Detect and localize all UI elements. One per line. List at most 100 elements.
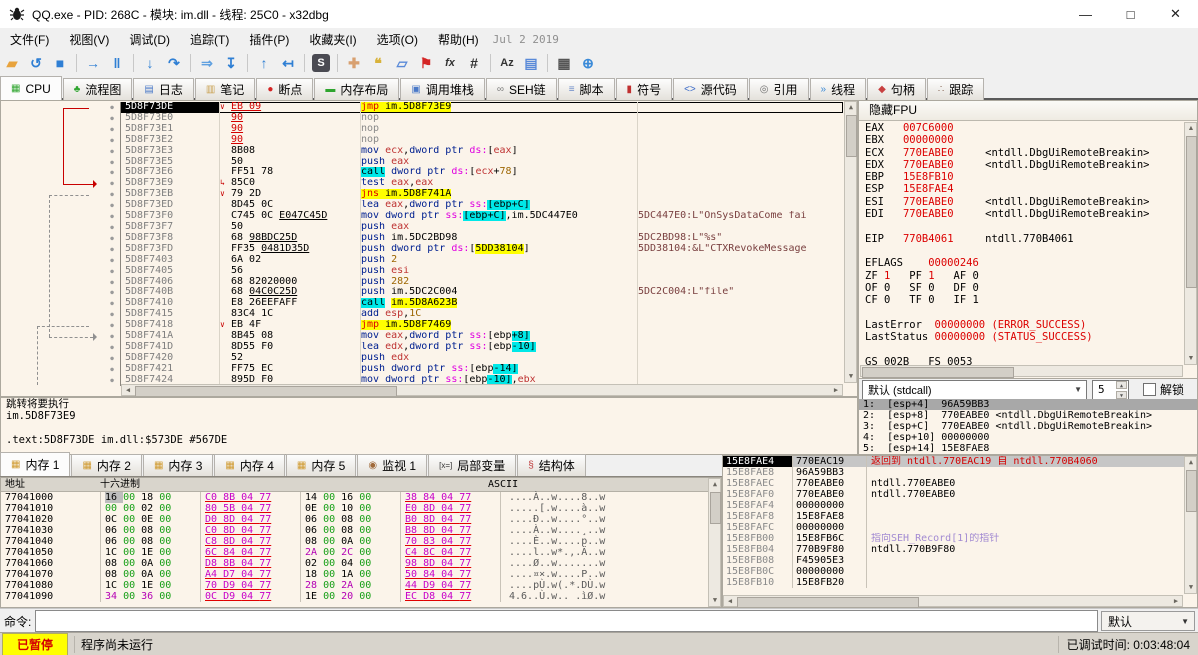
breakpoint-dot-icon[interactable]: ●	[104, 375, 120, 386]
step-into-icon[interactable]: ↓	[139, 52, 161, 74]
tab-调用堆栈[interactable]: ▣调用堆栈	[400, 78, 484, 100]
execute-till-return-icon[interactable]: ↧	[220, 52, 242, 74]
menu-item-调试D[interactable]: 调试(D)	[119, 29, 180, 50]
stack-pane[interactable]: 15E8FAE4770EAC19返回到 ntdll.770EAC19 自 ntd…	[722, 455, 1198, 608]
run-to-user-code-icon[interactable]: ↑	[253, 52, 275, 74]
tab-符号[interactable]: ▮符号	[616, 78, 673, 100]
unlock-checkbox[interactable]	[1143, 383, 1156, 396]
disasm-row[interactable]: ●5D8F740556push esi	[1, 266, 843, 277]
tab-笔记[interactable]: ▥笔记	[195, 78, 255, 100]
register-line[interactable]: LastError 00000000 (ERROR_SUCCESS)	[865, 319, 1183, 331]
calculator-icon[interactable]: ▦	[553, 52, 575, 74]
tab-跟踪[interactable]: ∴跟踪	[927, 78, 984, 100]
breakpoint-dot-icon[interactable]: ●	[104, 113, 120, 124]
breakpoint-dot-icon[interactable]: ●	[104, 266, 120, 277]
tab-脚本[interactable]: ≡脚本	[558, 78, 615, 100]
register-line[interactable]: ECX 770EABE0 <ntdll.DbgUiRemoteBreakin>	[865, 147, 1183, 159]
breakpoint-dot-icon[interactable]: ●	[104, 309, 120, 320]
breakpoint-dot-icon[interactable]: ●	[104, 342, 120, 353]
argument-row[interactable]: 3: [esp+C] 770EABE0 <ntdll.DbgUiRemoteBr…	[859, 421, 1197, 432]
stack-row[interactable]: 15E8FAF815E8FAE8	[723, 511, 1197, 522]
registers-h-scrollbar[interactable]	[860, 365, 1183, 377]
memory-row[interactable]: 7704104006 00 08 00C8 8D 04 7708 00 0A 0…	[1, 536, 721, 547]
disasm-row[interactable]: ●5D8F74036A 02push 2	[1, 255, 843, 266]
command-mode-select[interactable]: 默认▼	[1101, 611, 1195, 631]
open-file-icon[interactable]: ▰	[1, 52, 23, 74]
stack-row[interactable]: 15E8FAFC00000000	[723, 522, 1197, 533]
register-line[interactable]: LastStatus 00000000 (STATUS_SUCCESS)	[865, 331, 1183, 343]
arg-count-spinner[interactable]: 5 ▲▼	[1092, 380, 1129, 400]
register-line[interactable]: EIP 770B4061 ntdll.770B4061	[865, 233, 1183, 245]
unlock-checkbox-row[interactable]: 解锁	[1135, 381, 1184, 398]
register-line[interactable]: ESI 770EABE0 <ntdll.DbgUiRemoteBreakin>	[865, 196, 1183, 208]
stack-h-scrollbar[interactable]: ◀ ▶	[723, 595, 1183, 607]
register-line[interactable]	[865, 343, 1183, 355]
stack-v-scrollbar[interactable]: ▲ ▼	[1184, 456, 1197, 594]
disasm-row[interactable]: ●5D8F73E38B08mov ecx,dword ptr ds:[eax]	[1, 146, 843, 157]
tab-监视 1[interactable]: ◉监视 1	[357, 454, 427, 476]
stack-row[interactable]: 15E8FAE896A59BB3	[723, 467, 1197, 478]
menu-item-选项O[interactable]: 选项(O)	[367, 29, 428, 50]
disassembly-pane[interactable]: ●5D8F73DE∨EB 09jmp im.5D8F73E9●5D8F73E09…	[0, 100, 858, 397]
disasm-row[interactable]: ●5D8F73E290nop	[1, 135, 843, 146]
breakpoint-dot-icon[interactable]: ●	[104, 298, 120, 309]
breakpoint-dot-icon[interactable]: ●	[104, 124, 120, 135]
tab-内存 2[interactable]: ▦内存 2	[71, 454, 141, 476]
tab-引用[interactable]: ◎引用	[749, 78, 809, 100]
register-line[interactable]: EDI 770EABE0 <ntdll.DbgUiRemoteBreakin>	[865, 208, 1183, 220]
stack-row[interactable]: 15E8FB0C00000000	[723, 566, 1197, 577]
breakpoint-dot-icon[interactable]: ●	[104, 200, 120, 211]
argument-row[interactable]: 2: [esp+8] 770EABE0 <ntdll.DbgUiRemoteBr…	[859, 410, 1197, 421]
stack-row[interactable]: 15E8FAE4770EAC19返回到 ntdll.770EAC19 自 ntd…	[723, 456, 1197, 467]
pause-icon[interactable]: ‖	[106, 52, 128, 74]
register-line[interactable]: ESP 15E8FAE4	[865, 183, 1183, 195]
breakpoint-dot-icon[interactable]: ●	[104, 189, 120, 200]
arguments-list[interactable]: 1: [esp+4] 96A59BB32: [esp+8] 770EABE0 <…	[859, 399, 1197, 454]
stop-icon[interactable]: ■	[49, 52, 71, 74]
tab-内存 3[interactable]: ▦内存 3	[143, 454, 213, 476]
close-button[interactable]: ✕	[1153, 0, 1198, 28]
tab-结构体[interactable]: §结构体	[517, 454, 586, 476]
stack-row[interactable]: 15E8FB04770B9F80ntdll.770B9F80	[723, 544, 1197, 555]
registers-list[interactable]: EAX 007C6000EBX 00000000ECX 770EABE0 <nt…	[865, 122, 1183, 365]
stack-row[interactable]: 15E8FB0015E8FB6C指向SEH_Record[1]的指针	[723, 533, 1197, 544]
register-line[interactable]: EBP 15E8FB10	[865, 171, 1183, 183]
stack-row[interactable]: 15E8FAF0770EABE0ntdll.770EABE0	[723, 489, 1197, 500]
tab-内存布局[interactable]: ▬内存布局	[314, 78, 399, 100]
register-line[interactable]: EFLAGS 00000246	[865, 257, 1183, 269]
stack-row[interactable]: 15E8FB1015E8FB20	[723, 577, 1197, 588]
hide-fpu-button[interactable]: 隐藏FPU	[859, 101, 1197, 121]
calling-convention-select[interactable]: 默认 (stdcall)▼	[862, 380, 1087, 400]
function-icon[interactable]: fx	[439, 52, 461, 74]
tab-线程[interactable]: »线程	[810, 78, 867, 100]
breakpoint-dot-icon[interactable]: ●	[104, 178, 120, 189]
register-line[interactable]: ZF 1 PF 1 AF 0	[865, 270, 1183, 282]
bookmark-icon[interactable]: ⚑	[415, 52, 437, 74]
memory-row[interactable]: 7704100016 00 18 00C0 8B 04 7714 00 16 0…	[1, 492, 721, 503]
argument-row[interactable]: 5: [esp+14] 15E8FAE8	[859, 443, 1197, 454]
menu-item-插件P[interactable]: 插件(P)	[239, 29, 299, 50]
disasm-v-scrollbar[interactable]: ▲ ▼	[844, 101, 857, 383]
hash-icon[interactable]: #	[463, 52, 485, 74]
minimize-button[interactable]: —	[1063, 0, 1108, 28]
breakpoint-dot-icon[interactable]: ●	[104, 135, 120, 146]
tab-源代码[interactable]: <>源代码	[673, 78, 748, 100]
breakpoint-dot-icon[interactable]: ●	[104, 320, 120, 331]
register-line[interactable]: CF 0 TF 0 IF 1	[865, 294, 1183, 306]
memory-row[interactable]: 7704109034 00 36 000C D9 04 771E 00 20 0…	[1, 591, 721, 602]
memory-v-scrollbar[interactable]: ▲ ▼	[708, 478, 721, 607]
run-to-selection-icon[interactable]: ⇒	[196, 52, 218, 74]
tab-内存 5[interactable]: ▦内存 5	[286, 454, 356, 476]
register-line[interactable]: OF 0 SF 0 DF 0	[865, 282, 1183, 294]
tab-局部变量[interactable]: [x=]局部变量	[428, 454, 516, 476]
scylla-icon[interactable]: S	[312, 54, 330, 72]
tab-SEH链[interactable]: ∞SEH链	[486, 78, 557, 100]
breakpoint-dot-icon[interactable]: ●	[104, 331, 120, 342]
breakpoint-dot-icon[interactable]: ●	[104, 364, 120, 375]
tab-句柄[interactable]: ◆句柄	[867, 78, 926, 100]
tab-CPU[interactable]: ▦CPU	[0, 76, 62, 100]
register-line[interactable]: EBX 00000000	[865, 134, 1183, 146]
restart-icon[interactable]: ↺	[25, 52, 47, 74]
stack-row[interactable]: 15E8FAF400000000	[723, 500, 1197, 511]
tab-断点[interactable]: ●断点	[256, 78, 313, 100]
